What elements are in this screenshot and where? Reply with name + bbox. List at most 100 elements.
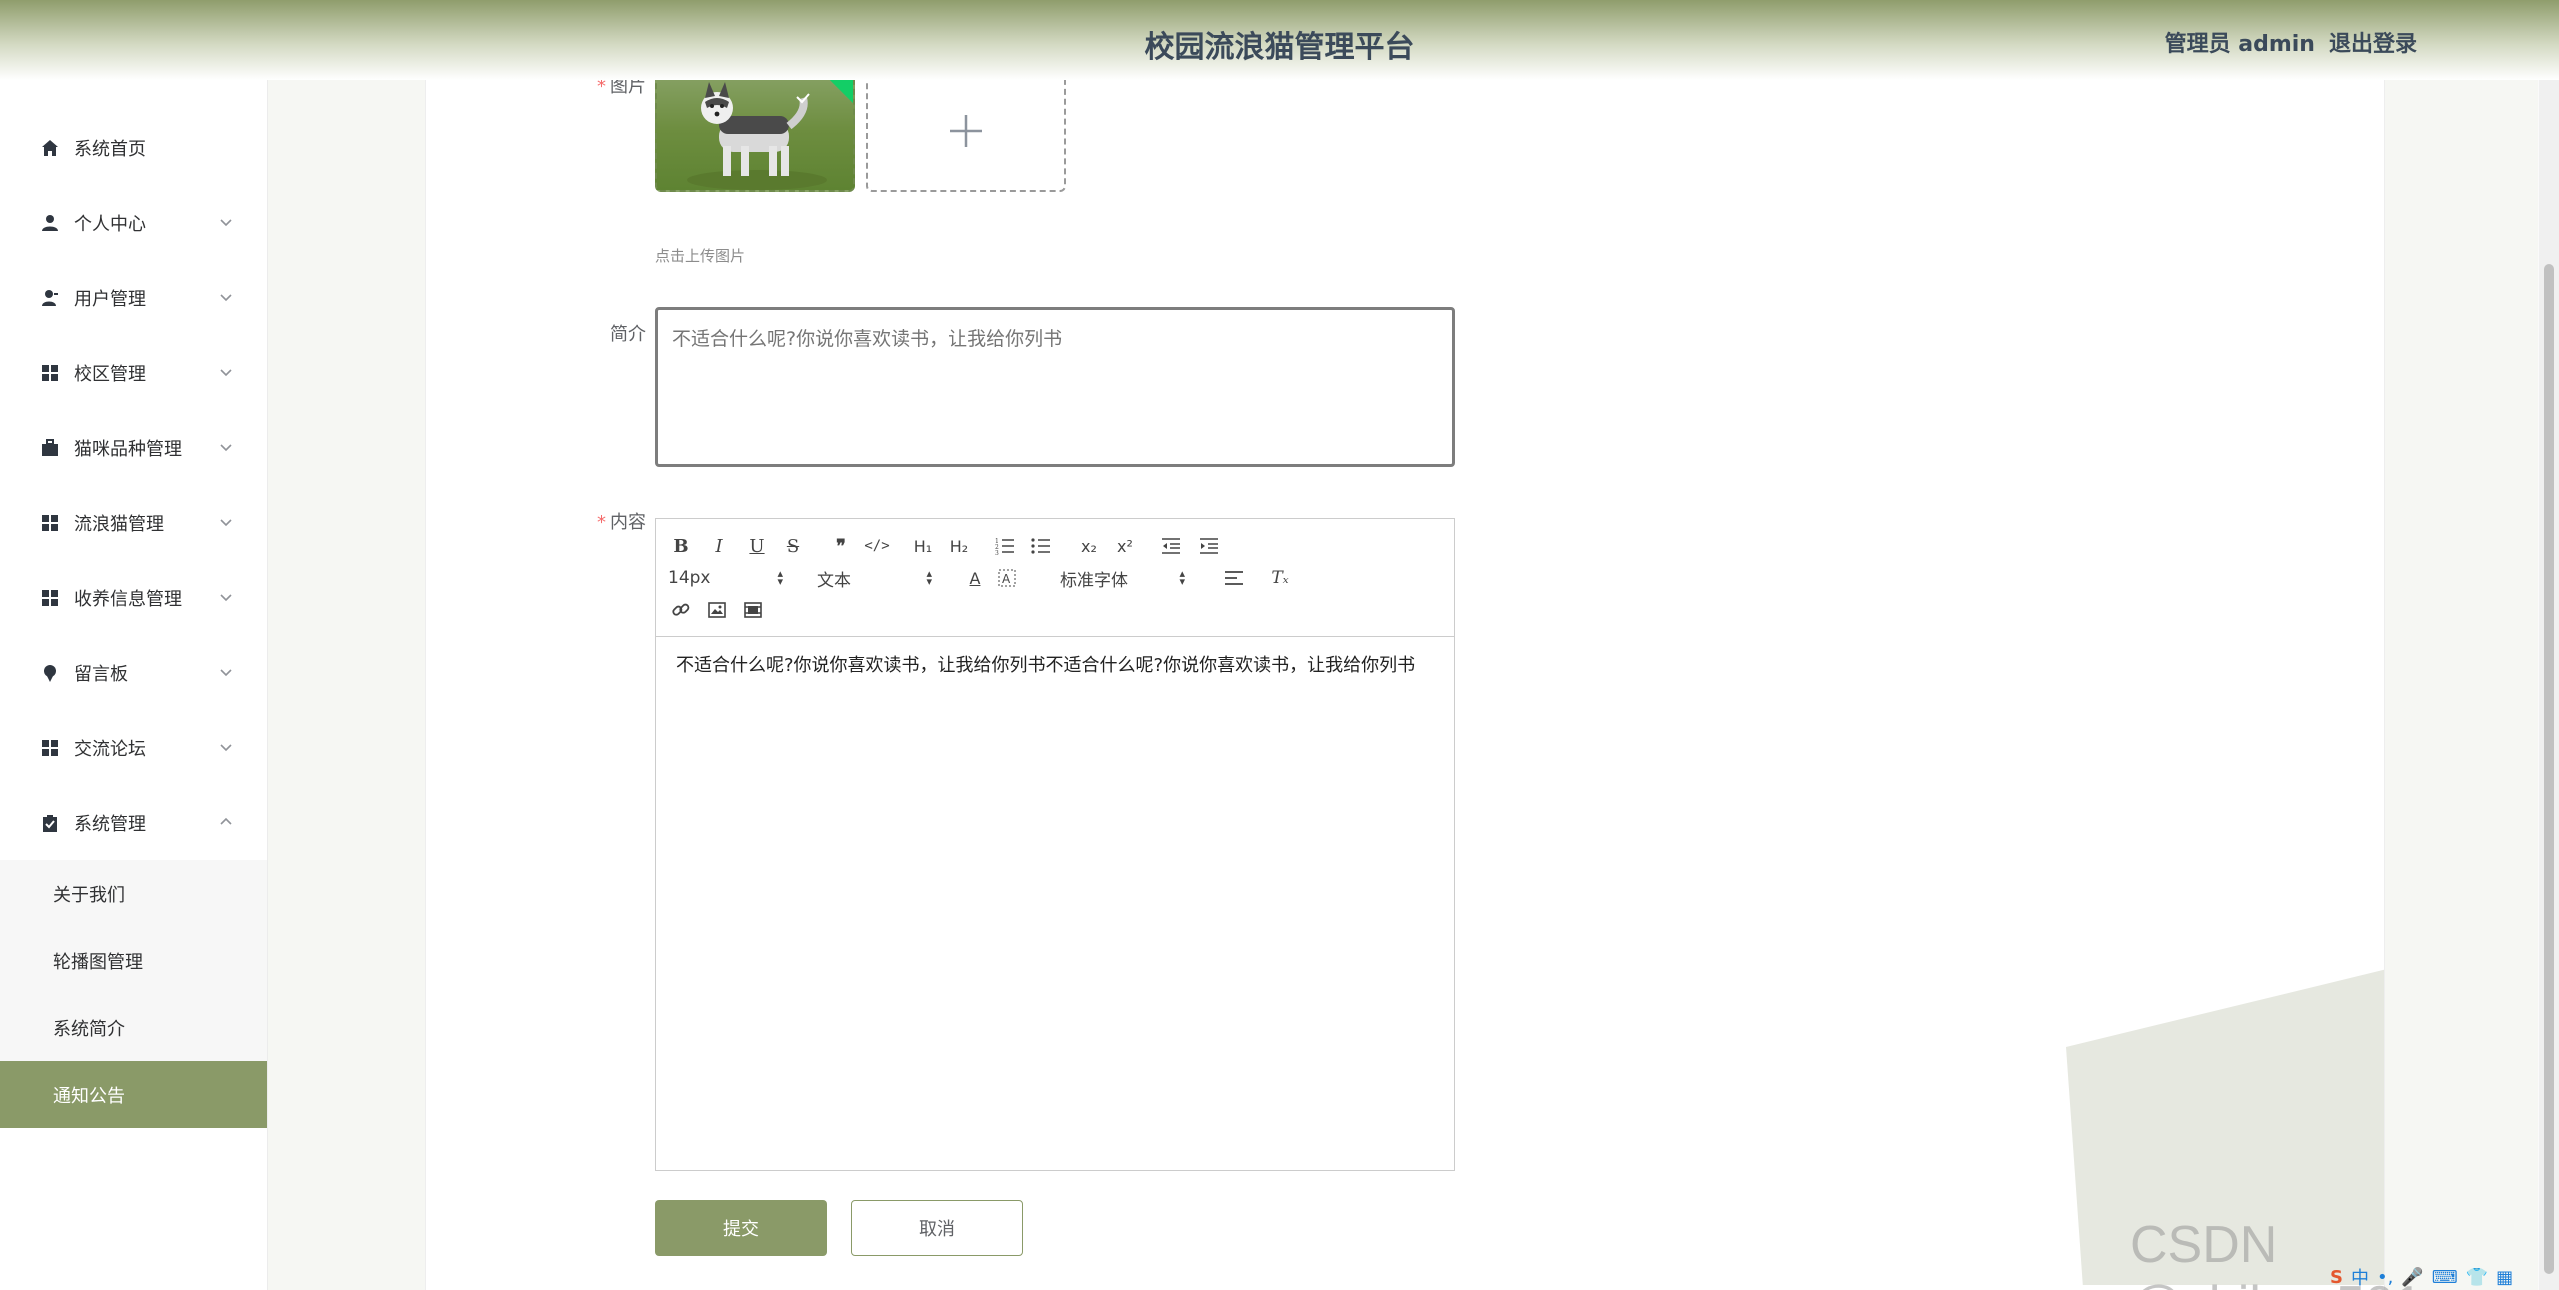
sidebar-item-label: 校区管理 (74, 363, 146, 385)
sidebar-item-label: 系统管理 (74, 813, 146, 835)
home-icon (40, 138, 60, 158)
chevron-down-icon (220, 744, 232, 752)
image-label: * 图片 (597, 80, 646, 97)
microphone-icon[interactable]: 🎤 (2401, 1267, 2423, 1288)
heading1-button[interactable]: H₁ (910, 533, 936, 559)
sidebar-item-users[interactable]: 用户管理 (0, 260, 267, 335)
dog-photo (687, 82, 827, 190)
upload-add-button[interactable] (866, 80, 1066, 192)
pin-icon (40, 663, 60, 683)
sidebar-item-stray-cats[interactable]: 流浪猫管理 (0, 485, 267, 560)
heading2-button[interactable]: H₂ (946, 533, 972, 559)
user-manage-icon (40, 288, 60, 308)
grid-icon (40, 738, 60, 758)
indent-icon[interactable] (1196, 533, 1222, 559)
grid-icon (40, 363, 60, 383)
select-arrows-icon: ▴ ▾ (1179, 567, 1185, 588)
ime-item[interactable]: •, (2377, 1267, 2393, 1288)
link-icon[interactable] (668, 597, 694, 623)
intro-textarea[interactable] (655, 307, 1455, 467)
scrollbar-thumb[interactable] (2544, 264, 2554, 1274)
text-type-select[interactable]: 文本 ▴ ▾ (817, 565, 932, 591)
grid-icon (40, 513, 60, 533)
chevron-down-icon (220, 444, 232, 452)
sidebar-item-forum[interactable]: 交流论坛 (0, 710, 267, 785)
sidebar-item-personal[interactable]: 个人中心 (0, 185, 267, 260)
font-color-button[interactable]: A (962, 565, 988, 591)
svg-text:3: 3 (995, 550, 999, 555)
logout-link[interactable]: 退出登录 (2329, 26, 2417, 58)
keyboard-icon[interactable]: ⌨ (2432, 1267, 2458, 1288)
system-submenu: 关于我们 轮播图管理 系统简介 通知公告 (0, 860, 267, 1128)
grid-icon (40, 588, 60, 608)
editor-content[interactable]: 不适合什么呢?你说你喜欢读书，让我给你列书不适合什么呢?你说你喜欢读书，让我给你… (656, 637, 1454, 695)
underline-button[interactable]: U (744, 533, 770, 559)
sidebar-item-campus[interactable]: 校区管理 (0, 335, 267, 410)
grid-menu-icon[interactable]: ▦ (2496, 1267, 2513, 1288)
clipboard-icon (40, 813, 60, 833)
uploaded-image-thumbnail[interactable] (655, 80, 855, 192)
chevron-up-icon (220, 817, 232, 825)
superscript-button[interactable]: x² (1112, 533, 1138, 559)
chevron-down-icon (220, 519, 232, 527)
sidebar-item-label: 系统首页 (74, 138, 146, 160)
ime-logo-icon: S (2330, 1266, 2343, 1288)
font-size-select[interactable]: 14px ▴ ▾ (668, 565, 783, 591)
upload-hint: 点击上传图片 (655, 247, 746, 265)
bold-button[interactable]: B (668, 533, 694, 559)
svg-text:A: A (1002, 572, 1011, 586)
blockquote-button[interactable]: ❞ (828, 533, 854, 559)
video-icon[interactable] (740, 597, 766, 623)
chevron-down-icon (220, 669, 232, 677)
submit-button[interactable]: 提交 (655, 1200, 827, 1256)
user-icon (40, 213, 60, 233)
chevron-down-icon (220, 294, 232, 302)
ime-item[interactable]: 中 (2351, 1264, 2369, 1290)
admin-label: 管理员 admin (2164, 32, 2315, 57)
user-area: 管理员 admin 退出登录 (2165, 26, 2417, 58)
skin-icon[interactable]: 👕 (2466, 1267, 2488, 1288)
ordered-list-icon[interactable]: 123 (992, 533, 1018, 559)
content-label: * 内容 (597, 512, 646, 533)
editor-toolbar: B I U S ❞ </> H₁ H₂ 123 x₂ x² 14px ▴ ▾ 文… (656, 519, 1454, 637)
cancel-button[interactable]: 取消 (851, 1200, 1023, 1256)
page-scrollbar[interactable] (2539, 0, 2559, 1290)
sidebar-item-label: 留言板 (74, 663, 128, 685)
select-arrows-icon: ▴ ▾ (926, 567, 932, 588)
sidebar-subitem-notice[interactable]: 通知公告 (0, 1061, 267, 1128)
chevron-down-icon (220, 369, 232, 377)
ime-toolbar: S 中 •, 🎤 ⌨ 👕 ▦ (2330, 1264, 2513, 1290)
top-header: 校园流浪猫管理平台 管理员 admin 退出登录 (0, 0, 2559, 80)
intro-label: 简介 (610, 324, 646, 345)
chevron-down-icon (220, 219, 232, 227)
sidebar-item-adoption[interactable]: 收养信息管理 (0, 560, 267, 635)
chevron-down-icon (220, 594, 232, 602)
sidebar-item-cat-breeds[interactable]: 猫咪品种管理 (0, 410, 267, 485)
code-block-button[interactable]: </> (864, 533, 890, 559)
strikethrough-button[interactable]: S (780, 533, 806, 559)
image-icon[interactable] (704, 597, 730, 623)
sidebar-subitem-intro[interactable]: 系统简介 (0, 994, 267, 1061)
sidebar-item-label: 收养信息管理 (74, 588, 182, 610)
briefcase-icon (40, 438, 60, 458)
subscript-button[interactable]: x₂ (1076, 533, 1102, 559)
sidebar-item-label: 猫咪品种管理 (74, 438, 182, 460)
sidebar-item-home[interactable]: 系统首页 (0, 110, 267, 185)
sidebar-subitem-carousel[interactable]: 轮播图管理 (0, 927, 267, 994)
form-panel: *图片 点击上传图片 简介 *内容 (425, 80, 2385, 1290)
outdent-icon[interactable] (1158, 533, 1184, 559)
bullet-list-icon[interactable] (1028, 533, 1054, 559)
font-family-select[interactable]: 标准字体 ▴ ▾ (1060, 565, 1185, 591)
clear-format-button[interactable]: Tₓ (1267, 565, 1293, 591)
sidebar-item-label: 流浪猫管理 (74, 513, 164, 535)
sidebar-item-system[interactable]: 系统管理 (0, 785, 267, 860)
align-icon[interactable] (1221, 565, 1247, 591)
background-color-icon[interactable]: A (994, 565, 1020, 591)
rich-text-editor: B I U S ❞ </> H₁ H₂ 123 x₂ x² 14px ▴ ▾ 文… (655, 518, 1455, 1171)
sidebar-subitem-about[interactable]: 关于我们 (0, 860, 267, 927)
check-icon (796, 93, 810, 104)
italic-button[interactable]: I (706, 533, 732, 559)
sidebar-item-message-board[interactable]: 留言板 (0, 635, 267, 710)
sidebar-item-label: 个人中心 (74, 213, 146, 235)
plus-icon (950, 115, 982, 147)
